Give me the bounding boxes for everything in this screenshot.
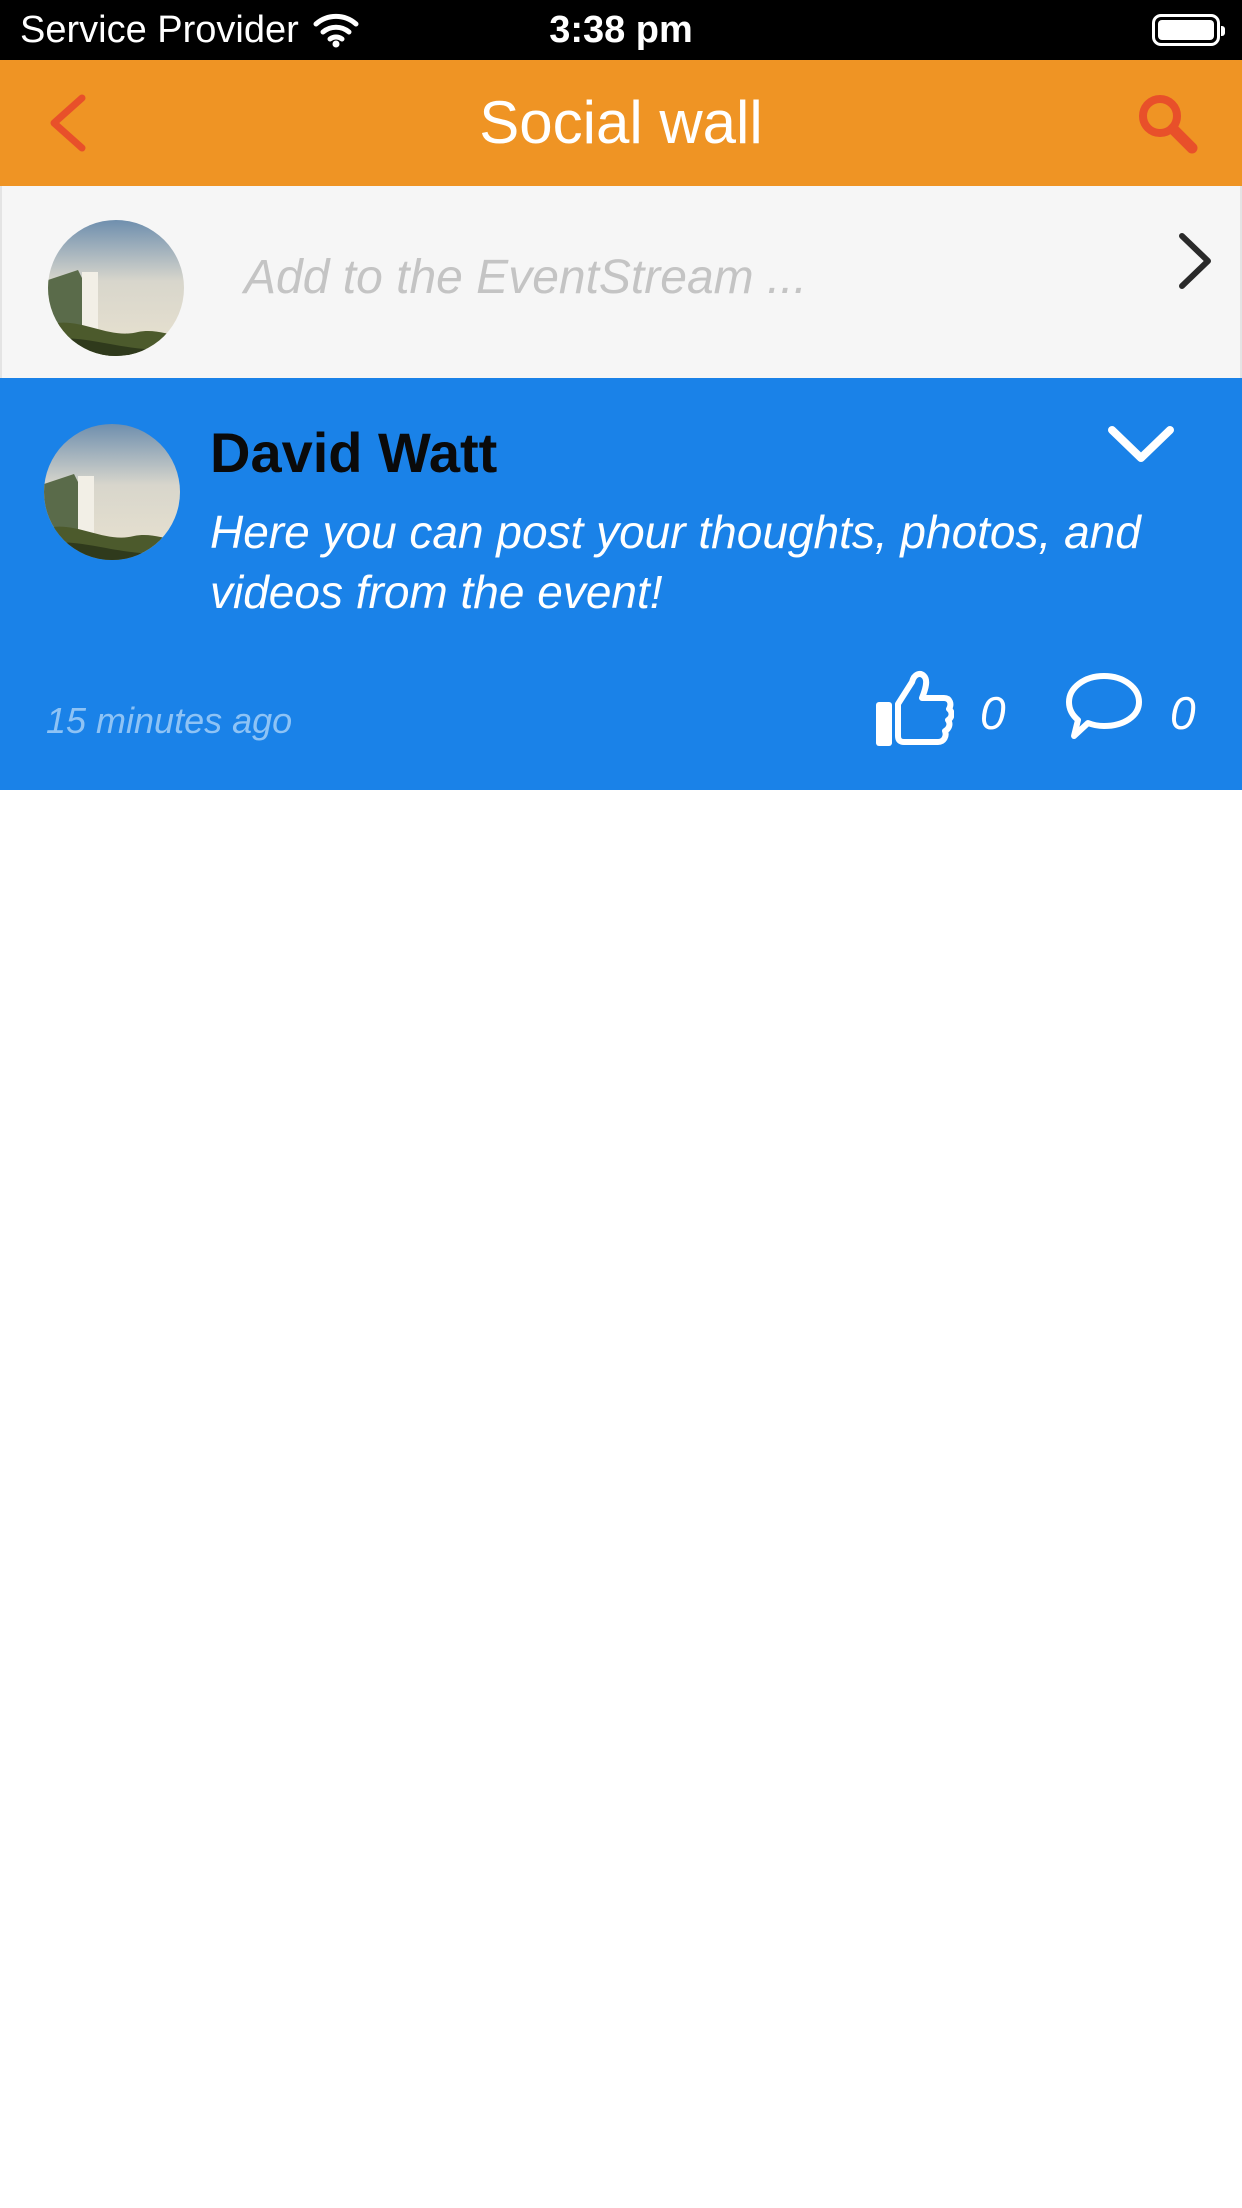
post-author[interactable]: David Watt (210, 420, 497, 485)
author-avatar[interactable] (44, 424, 180, 560)
search-icon[interactable] (1132, 88, 1202, 158)
compose-bar[interactable]: Add to the EventStream ... (0, 186, 1242, 378)
user-avatar (48, 220, 184, 356)
post-timestamp: 15 minutes ago (46, 700, 293, 741)
compose-placeholder[interactable]: Add to the EventStream ... (244, 250, 807, 305)
page-title: Social wall (479, 89, 763, 156)
post-card: David Watt Here you can post your though… (0, 378, 1242, 790)
chevron-down-icon[interactable] (1104, 418, 1178, 472)
thumbs-up-icon[interactable] (874, 668, 954, 750)
clock: 3:38 pm (549, 9, 693, 51)
post-message: Here you can post your thoughts, photos,… (210, 506, 1141, 618)
app-header: Social wall (0, 60, 1242, 186)
chevron-right-icon[interactable] (1172, 226, 1222, 296)
status-bar: Service Provider 3:38 pm (0, 0, 1242, 60)
battery-icon (1152, 14, 1225, 46)
comment-icon[interactable] (1064, 668, 1144, 748)
like-count: 0 (980, 687, 1006, 739)
comment-count: 0 (1170, 687, 1196, 739)
